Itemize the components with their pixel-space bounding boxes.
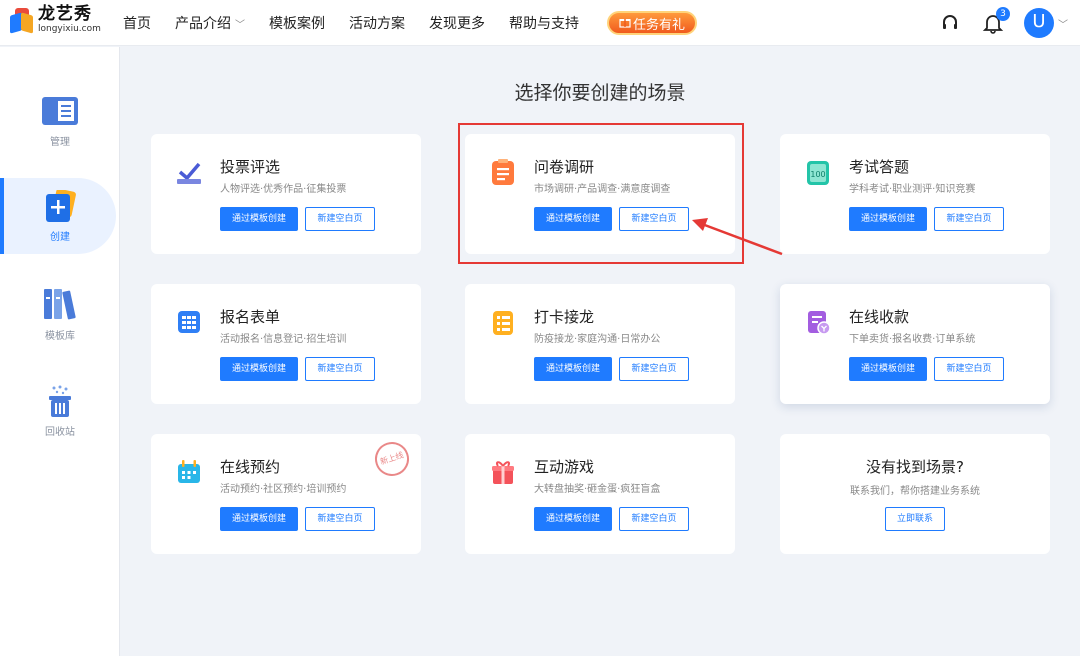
create-from-template-button[interactable]: 通过模板创建 bbox=[534, 357, 612, 381]
card-title: 投票评选 bbox=[220, 158, 281, 176]
nav-item-help[interactable]: 帮助与支持 bbox=[509, 13, 579, 33]
vote-icon bbox=[175, 158, 203, 186]
scenario-card-form[interactable]: 报名表单 活动报名·信息登记·招生培训 通过模板创建 新建空白页 bbox=[151, 284, 421, 404]
top-navigation-bar: 龙艺秀 longyixiu.com 首页 产品介绍 ﹀ 模板案例 活动方案 发现… bbox=[0, 0, 1080, 46]
scenario-card-checkin[interactable]: 打卡接龙 防疫接龙·家庭沟通·日常办公 通过模板创建 新建空白页 bbox=[465, 284, 735, 404]
nav-item-product-label: 产品介绍 bbox=[175, 16, 231, 32]
card-title: 在线收款 bbox=[849, 308, 910, 326]
logo-domain: longyixiu.com bbox=[38, 24, 101, 34]
new-blank-page-button[interactable]: 新建空白页 bbox=[619, 357, 689, 381]
new-blank-page-button[interactable]: 新建空白页 bbox=[934, 357, 1004, 381]
nav-item-home[interactable]: 首页 bbox=[123, 13, 151, 33]
page-title: 选择你要创建的场景 bbox=[514, 82, 686, 104]
scenario-card-game[interactable]: 互动游戏 大转盘抽奖·砸金蛋·疯狂盲盒 通过模板创建 新建空白页 bbox=[465, 434, 735, 554]
not-found-subtitle: 联系我们，帮你搭建业务系统 bbox=[850, 486, 980, 497]
create-from-template-button[interactable]: 通过模板创建 bbox=[220, 357, 298, 381]
card-title: 在线预约 bbox=[220, 458, 281, 476]
create-from-template-button[interactable]: 通过模板创建 bbox=[534, 507, 612, 531]
card-subtitle: 活动报名·信息登记·招生培训 bbox=[220, 334, 347, 345]
card-title: 互动游戏 bbox=[534, 458, 595, 476]
create-from-template-button[interactable]: 通过模板创建 bbox=[849, 207, 927, 231]
scenario-card-payment[interactable]: 在线收款 下单卖货·报名收费·订单系统 通过模板创建 新建空白页 bbox=[780, 284, 1050, 404]
nav-item-product[interactable]: 产品介绍 ﹀ bbox=[175, 13, 245, 33]
template-library-icon bbox=[42, 288, 78, 321]
logo[interactable]: 龙艺秀 longyixiu.com bbox=[10, 6, 101, 34]
nav-item-activities[interactable]: 活动方案 bbox=[349, 13, 405, 33]
card-title: 报名表单 bbox=[220, 308, 281, 326]
card-subtitle: 人物评选·优秀作品·征集投票 bbox=[220, 184, 347, 195]
main-nav: 首页 产品介绍 ﹀ 模板案例 活动方案 发现更多 帮助与支持 任务有礼 bbox=[123, 0, 698, 46]
exam-icon: 100 bbox=[804, 158, 832, 186]
sidebar-item-manage[interactable]: 管理 bbox=[0, 83, 120, 159]
form-icon bbox=[175, 308, 203, 336]
chevron-down-icon[interactable]: ﹀ bbox=[1058, 16, 1068, 31]
sidebar-item-recycle-bin[interactable]: 回收站 bbox=[0, 373, 120, 449]
new-blank-page-button[interactable]: 新建空白页 bbox=[934, 207, 1004, 231]
new-blank-page-button[interactable]: 新建空白页 bbox=[305, 507, 375, 531]
sidebar-item-label: 模板库 bbox=[45, 330, 75, 342]
svg-text:100: 100 bbox=[810, 170, 825, 179]
notification-badge: 3 bbox=[996, 7, 1010, 21]
new-blank-page-button[interactable]: 新建空白页 bbox=[305, 357, 375, 381]
nav-item-templates[interactable]: 模板案例 bbox=[269, 13, 325, 33]
game-icon bbox=[489, 458, 517, 486]
recycle-bin-icon bbox=[42, 385, 78, 417]
sidebar-item-create[interactable]: 创建 bbox=[0, 178, 116, 254]
sidebar-item-template-library[interactable]: 模板库 bbox=[0, 277, 120, 353]
card-subtitle: 大转盘抽奖·砸金蛋·疯狂盲盒 bbox=[534, 484, 661, 495]
nav-item-discover[interactable]: 发现更多 bbox=[429, 13, 485, 33]
card-title: 打卡接龙 bbox=[534, 308, 595, 326]
create-from-template-button[interactable]: 通过模板创建 bbox=[220, 207, 298, 231]
new-blank-page-button[interactable]: 新建空白页 bbox=[619, 507, 689, 531]
headset-icon[interactable] bbox=[940, 13, 960, 33]
scenario-card-exam[interactable]: 100 考试答题 学科考试·职业测评·知识竞赛 通过模板创建 新建空白页 bbox=[780, 134, 1050, 254]
create-from-template-button[interactable]: 通过模板创建 bbox=[220, 507, 298, 531]
create-from-template-button[interactable]: 通过模板创建 bbox=[849, 357, 927, 381]
notification-bell-icon[interactable]: 3 bbox=[982, 7, 1010, 34]
card-title: 考试答题 bbox=[849, 158, 910, 176]
card-subtitle: 活动预约·社区预约·培训预约 bbox=[220, 484, 347, 495]
contact-now-button[interactable]: 立即联系 bbox=[885, 507, 945, 531]
booking-icon bbox=[175, 458, 203, 486]
avatar[interactable]: U bbox=[1024, 8, 1054, 38]
chevron-down-icon: ﹀ bbox=[235, 19, 245, 31]
card-subtitle: 下单卖货·报名收费·订单系统 bbox=[849, 334, 976, 345]
checkin-icon bbox=[489, 308, 517, 336]
sidebar: 管理 创建 模板库 回收站 bbox=[0, 47, 120, 656]
manage-icon bbox=[42, 95, 78, 127]
sidebar-item-label: 管理 bbox=[50, 136, 70, 148]
scenario-card-booking[interactable]: 在线预约 活动预约·社区预约·培训预约 新上线 通过模板创建 新建空白页 bbox=[151, 434, 421, 554]
task-reward-label: 任务有礼 bbox=[633, 17, 686, 33]
gift-icon bbox=[619, 16, 631, 31]
annotation-arrow-icon bbox=[692, 218, 783, 256]
logo-mark-icon bbox=[10, 6, 34, 34]
sidebar-item-label: 创建 bbox=[50, 231, 70, 243]
not-found-title: 没有找到场景? bbox=[866, 458, 964, 476]
payment-icon bbox=[804, 308, 832, 336]
card-subtitle: 学科考试·职业测评·知识竞赛 bbox=[849, 184, 976, 195]
scenario-card-vote[interactable]: 投票评选 人物评选·优秀作品·征集投票 通过模板创建 新建空白页 bbox=[151, 134, 421, 254]
scenario-not-found-card: 没有找到场景? 联系我们，帮你搭建业务系统 立即联系 bbox=[780, 434, 1050, 554]
task-reward-button[interactable]: 任务有礼 bbox=[607, 11, 698, 35]
new-blank-page-button[interactable]: 新建空白页 bbox=[305, 207, 375, 231]
new-launch-stamp: 新上线 bbox=[370, 437, 414, 481]
create-icon bbox=[42, 188, 78, 222]
logo-name: 龙艺秀 bbox=[38, 4, 92, 24]
card-subtitle: 防疫接龙·家庭沟通·日常办公 bbox=[534, 334, 661, 345]
sidebar-item-label: 回收站 bbox=[45, 426, 75, 438]
